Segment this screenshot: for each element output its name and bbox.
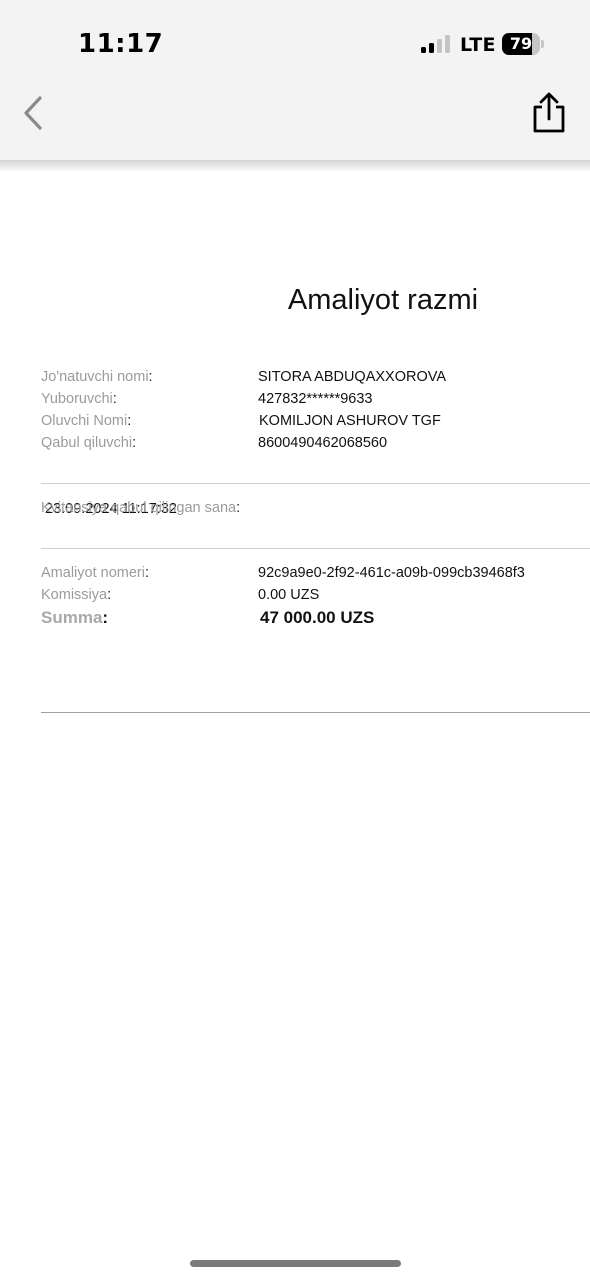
sender-card-row: Yuboruvchi: 427832******9633: [41, 391, 590, 411]
divider: [41, 712, 590, 713]
row-label: Kvitansiya qabul qilingan sana:: [41, 500, 241, 516]
share-button[interactable]: [528, 90, 570, 136]
battery-icon: 79: [502, 33, 544, 55]
chevron-left-icon: [24, 96, 42, 130]
receiver-name-row: Oluvchi Nomi: KOMILJON ASHUROV TGF: [41, 413, 590, 433]
sender-name-value: SITORA ABDUQAXXOROVA: [258, 369, 447, 385]
navigation-bar: [0, 0, 590, 166]
share-icon: [533, 92, 565, 133]
total-label: Summa:: [41, 608, 109, 627]
transaction-id-row: Amaliyot nomeri: 92c9a9e0-2f92-461c-a09b…: [41, 565, 590, 585]
commission-row: Komissiya: 0.00 UZS: [41, 587, 590, 607]
receipt-date-row: Kvitansiya qabul qilingan sana: 23.09.20…: [41, 500, 590, 520]
row-label: Jo'natuvchi nomi:: [41, 369, 153, 385]
divider: [41, 483, 590, 484]
receipt-title: Amaliyot razmi: [287, 284, 479, 316]
home-indicator[interactable]: [190, 1260, 401, 1267]
sender-name-row: Jo'natuvchi nomi: SITORA ABDUQAXXOROVA: [41, 369, 590, 389]
row-label: Komissiya:: [41, 587, 112, 603]
receiver-card-row: Qabul qiluvchi: 8600490462068560: [41, 435, 590, 455]
navigation-bar-shadow: [0, 160, 590, 172]
battery-cap: [541, 40, 544, 48]
cellular-signal-icon: [421, 35, 451, 53]
receiver-name-value: KOMILJON ASHUROV TGF: [259, 413, 441, 429]
divider: [41, 548, 590, 549]
commission-value: 0.00 UZS: [258, 587, 320, 603]
row-label: Amaliyot nomeri:: [41, 565, 149, 581]
back-button[interactable]: [18, 93, 48, 133]
battery-percent: 79: [509, 34, 533, 53]
total-row: Summa: 47 000.00 UZS: [41, 608, 590, 628]
transaction-id-value: 92c9a9e0-2f92-461c-a09b-099cb39468f3: [258, 565, 525, 581]
row-label: Oluvchi Nomi:: [41, 413, 132, 429]
total-value: 47 000.00 UZS: [260, 608, 375, 627]
row-label: Yuboruvchi:: [41, 391, 117, 407]
row-label: Qabul qiluvchi:: [41, 435, 137, 451]
sender-card-value: 427832******9633: [258, 391, 373, 407]
status-time: 11:17: [78, 29, 164, 59]
receiver-card-value: 8600490462068560: [258, 435, 388, 451]
network-type: LTE: [460, 34, 496, 56]
